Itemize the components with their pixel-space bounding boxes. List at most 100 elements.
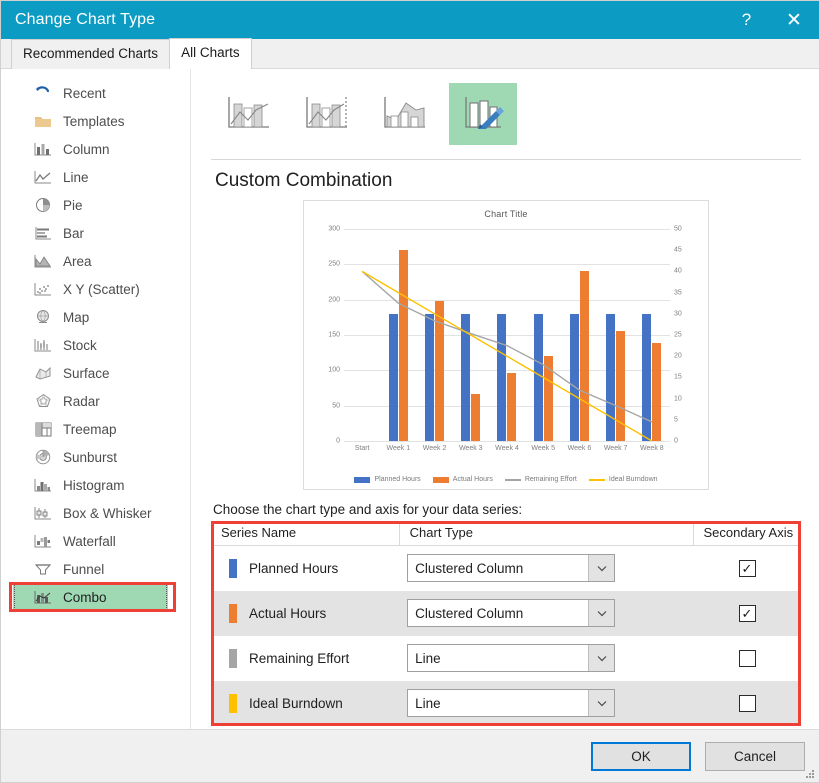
thumbnail-divider: [211, 159, 801, 160]
tab-strip: Recommended Charts All Charts: [1, 39, 819, 69]
chart-category-label: Week 1: [380, 445, 416, 452]
chevron-down-icon[interactable]: [588, 690, 614, 716]
sidebar-item-stock[interactable]: Stock: [1, 331, 190, 359]
chevron-down-icon[interactable]: [588, 600, 614, 626]
cancel-button[interactable]: Cancel: [705, 742, 805, 771]
ok-button[interactable]: OK: [591, 742, 691, 771]
choose-series-label: Choose the chart type and axis for your …: [213, 502, 801, 517]
cell-secondary-axis: [693, 636, 801, 681]
chart-type-value: Clustered Column: [408, 555, 588, 581]
legend-swatch: [433, 477, 449, 483]
chart-category-label: Week 8: [634, 445, 670, 452]
bar-chart-icon: [33, 224, 53, 242]
sunburst-chart-icon: [33, 448, 53, 466]
sidebar-item-label: Pie: [63, 198, 83, 213]
sidebar-item-area[interactable]: Area: [1, 247, 190, 275]
sidebar-item-label: Box & Whisker: [63, 506, 152, 521]
secondary-tick: 45: [674, 247, 682, 254]
series-name-label: Planned Hours: [249, 561, 338, 576]
primary-tick: 300: [328, 226, 340, 233]
legend-label: Remaining Effort: [525, 476, 577, 483]
chart-lines: [344, 229, 670, 441]
area-chart-icon: [33, 252, 53, 270]
header-chart-type: Chart Type: [399, 521, 693, 546]
legend-item: Planned Hours: [354, 476, 420, 483]
legend-swatch: [354, 477, 370, 483]
thumb-custom-combination[interactable]: [449, 83, 517, 145]
close-icon[interactable]: ✕: [769, 1, 819, 39]
chart-category-label: Week 7: [598, 445, 634, 452]
primary-tick: 100: [328, 367, 340, 374]
chart-category-label: Week 2: [416, 445, 452, 452]
series-name-label: Ideal Burndown: [249, 696, 343, 711]
thumb-clustered-column-line-secondary-axis[interactable]: [293, 83, 361, 145]
header-series-name: Series Name: [211, 521, 399, 546]
column-chart-icon: [33, 140, 53, 158]
sidebar-item-map[interactable]: Map: [1, 303, 190, 331]
cell-secondary-axis: ✓: [693, 591, 801, 636]
chart-type-value: Line: [408, 690, 588, 716]
title-bar-buttons: ? ✕: [724, 1, 819, 39]
chart-category-sidebar: Recent Templates Column Line: [1, 69, 191, 729]
sidebar-item-templates[interactable]: Templates: [1, 107, 190, 135]
sidebar-item-treemap[interactable]: Treemap: [1, 415, 190, 443]
chart-line-series: [362, 271, 652, 422]
sidebar-item-box-whisker[interactable]: Box & Whisker: [1, 499, 190, 527]
sidebar-item-histogram[interactable]: Histogram: [1, 471, 190, 499]
sidebar-item-sunburst[interactable]: Sunburst: [1, 443, 190, 471]
secondary-axis-checkbox[interactable]: ✓: [739, 605, 756, 622]
table-header-row: Series Name Chart Type Secondary Axis: [211, 521, 801, 546]
map-globe-icon: [33, 308, 53, 326]
chart-type-dropdown[interactable]: Clustered Column: [407, 599, 615, 627]
sidebar-item-xy-scatter[interactable]: X Y (Scatter): [1, 275, 190, 303]
sidebar-item-funnel[interactable]: Funnel: [1, 555, 190, 583]
cell-chart-type: Clustered Column: [399, 546, 693, 591]
chevron-down-icon[interactable]: [588, 555, 614, 581]
sidebar-item-pie[interactable]: Pie: [1, 191, 190, 219]
chart-category-label: Week 5: [525, 445, 561, 452]
chart-type-value: Line: [408, 645, 588, 671]
chevron-down-icon[interactable]: [588, 645, 614, 671]
cell-series-name: Actual Hours: [211, 591, 399, 636]
tab-recommended-charts[interactable]: Recommended Charts: [11, 39, 170, 69]
secondary-axis-checkbox[interactable]: ✓: [739, 560, 756, 577]
secondary-tick: 25: [674, 332, 682, 339]
sidebar-item-label: Column: [63, 142, 110, 157]
sidebar-item-line[interactable]: Line: [1, 163, 190, 191]
chart-category-label: Week 6: [561, 445, 597, 452]
chart-type-dropdown[interactable]: Clustered Column: [407, 554, 615, 582]
secondary-tick: 50: [674, 226, 682, 233]
legend-item: Actual Hours: [433, 476, 493, 483]
sidebar-item-radar[interactable]: Radar: [1, 387, 190, 415]
thumb-stacked-area-clustered-column[interactable]: [371, 83, 439, 145]
chart-type-dropdown[interactable]: Line: [407, 644, 615, 672]
secondary-tick: 15: [674, 374, 682, 381]
sidebar-item-label: Line: [63, 170, 89, 185]
cell-series-name: Planned Hours: [211, 546, 399, 591]
treemap-chart-icon: [33, 420, 53, 438]
secondary-tick: 5: [674, 416, 678, 423]
sidebar-item-surface[interactable]: Surface: [1, 359, 190, 387]
chart-plot-area: 300 250 200 150 100 50 0 50 45 40 35 30 …: [344, 229, 670, 441]
resize-grip-icon[interactable]: [805, 769, 815, 779]
secondary-axis-checkbox[interactable]: [739, 650, 756, 667]
combo-chart-icon: [33, 588, 53, 606]
series-name-label: Remaining Effort: [249, 651, 349, 666]
sidebar-item-bar[interactable]: Bar: [1, 219, 190, 247]
chart-title: Chart Title: [304, 201, 708, 219]
cell-series-name: Remaining Effort: [211, 636, 399, 681]
sidebar-item-label: Waterfall: [63, 534, 116, 549]
sidebar-item-combo[interactable]: Combo: [13, 583, 168, 611]
sidebar-item-waterfall[interactable]: Waterfall: [1, 527, 190, 555]
secondary-axis-checkbox[interactable]: [739, 695, 756, 712]
secondary-tick: 0: [674, 438, 678, 445]
chart-type-dropdown[interactable]: Line: [407, 689, 615, 717]
primary-tick: 200: [328, 296, 340, 303]
primary-tick: 250: [328, 261, 340, 268]
sidebar-item-column[interactable]: Column: [1, 135, 190, 163]
sidebar-item-label: Recent: [63, 86, 106, 101]
thumb-clustered-column-line[interactable]: [215, 83, 283, 145]
tab-all-charts[interactable]: All Charts: [169, 38, 252, 69]
help-icon[interactable]: ?: [724, 1, 769, 39]
sidebar-item-recent[interactable]: Recent: [1, 79, 190, 107]
